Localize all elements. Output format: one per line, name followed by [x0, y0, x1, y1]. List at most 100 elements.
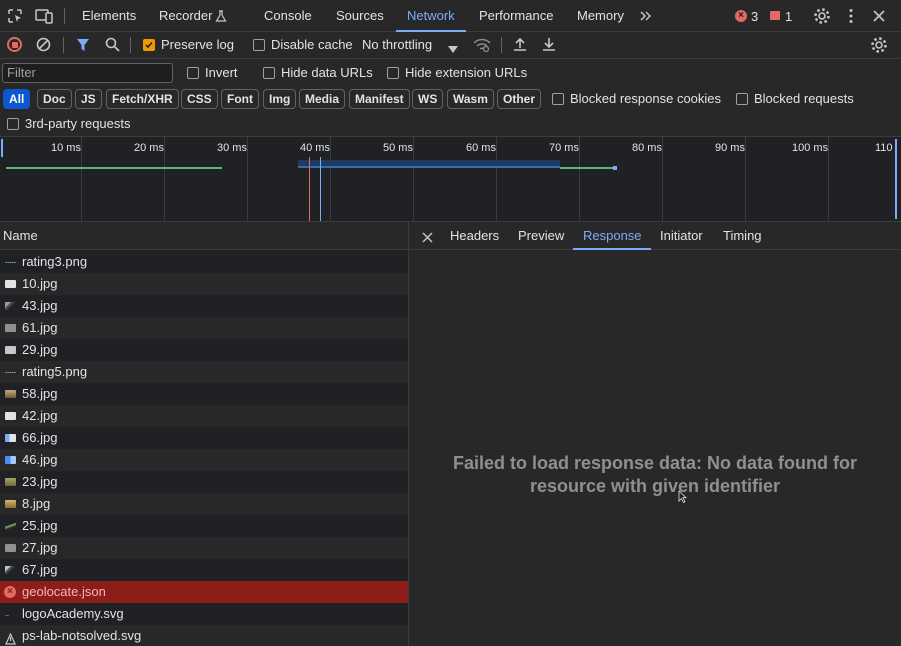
tab-recorder[interactable]: Recorder — [159, 0, 212, 32]
request-row-error[interactable]: × geolocate.json — [0, 581, 408, 603]
device-toolbar-icon[interactable] — [35, 8, 53, 24]
request-row[interactable]: 27.jpg — [0, 537, 408, 559]
timeline-left-handle[interactable] — [1, 139, 3, 157]
type-filter-fetch-xhr[interactable]: Fetch/XHR — [106, 89, 179, 109]
type-filter-media[interactable]: Media — [299, 89, 346, 109]
image-file-icon — [5, 500, 16, 508]
invert-label[interactable]: Invert — [205, 65, 238, 81]
clear-icon[interactable] — [36, 37, 51, 55]
export-har-icon[interactable] — [542, 37, 556, 55]
type-filter-manifest[interactable]: Manifest — [349, 89, 410, 109]
tab-console[interactable]: Console — [264, 0, 312, 32]
preserve-log-label[interactable]: Preserve log — [161, 37, 234, 53]
error-count[interactable]: 3 — [751, 9, 758, 24]
network-conditions-icon[interactable] — [473, 37, 491, 56]
type-filter-js[interactable]: JS — [75, 89, 102, 109]
request-name: rating3.png — [22, 254, 88, 269]
request-row[interactable]: 61.jpg — [0, 317, 408, 339]
tab-network[interactable]: Network — [407, 0, 455, 32]
request-row[interactable]: 58.jpg — [0, 383, 408, 405]
request-row[interactable]: logoAcademy.svg — [0, 603, 408, 625]
request-row[interactable]: 23.jpg — [0, 471, 408, 493]
request-row[interactable]: 67.jpg — [0, 559, 408, 581]
image-file-icon — [5, 522, 16, 530]
request-row[interactable]: 46.jpg — [0, 449, 408, 471]
type-filter-ws[interactable]: WS — [412, 89, 444, 109]
request-row[interactable]: 25.jpg — [0, 515, 408, 537]
blocked-response-cookies-checkbox[interactable] — [552, 93, 564, 105]
name-column-header[interactable]: Name — [0, 222, 408, 250]
type-filter-wasm[interactable]: Wasm — [447, 89, 494, 109]
tab-elements[interactable]: Elements — [82, 0, 136, 32]
network-settings-gear-icon[interactable] — [870, 36, 888, 57]
request-row[interactable]: 10.jpg — [0, 273, 408, 295]
hide-extension-urls-label[interactable]: Hide extension URLs — [405, 65, 527, 81]
tab-initiator[interactable]: Initiator — [660, 222, 703, 250]
more-tabs-icon[interactable] — [639, 9, 653, 26]
type-filter-doc[interactable]: Doc — [37, 89, 72, 109]
tab-timing[interactable]: Timing — [723, 222, 762, 250]
timeline-tick-line — [579, 137, 580, 222]
hide-data-urls-checkbox[interactable] — [263, 67, 275, 79]
request-row[interactable]: 29.jpg — [0, 339, 408, 361]
third-party-requests-checkbox[interactable] — [7, 118, 19, 130]
request-row[interactable]: rating5.png — [0, 361, 408, 383]
type-filter-other[interactable]: Other — [497, 89, 542, 109]
request-row[interactable]: 42.jpg — [0, 405, 408, 427]
dom-content-loaded-marker — [309, 157, 310, 221]
inspect-element-icon[interactable] — [7, 8, 23, 24]
filter-funnel-icon[interactable] — [76, 38, 90, 55]
disable-cache-label[interactable]: Disable cache — [271, 37, 353, 53]
timeline-overview[interactable]: 10 ms 20 ms 30 ms 40 ms 50 ms 60 ms 70 m… — [0, 137, 901, 222]
hide-extension-urls-checkbox[interactable] — [387, 67, 399, 79]
tab-headers[interactable]: Headers — [450, 222, 499, 250]
request-row[interactable]: 8.jpg — [0, 493, 408, 515]
request-row[interactable]: ps-lab-notsolved.svg — [0, 625, 408, 646]
timeline-right-handle[interactable] — [895, 139, 897, 219]
blocked-response-cookies-label[interactable]: Blocked response cookies — [570, 91, 721, 107]
disable-cache-checkbox[interactable] — [253, 39, 265, 51]
type-filter-font[interactable]: Font — [221, 89, 259, 109]
tab-response[interactable]: Response — [583, 222, 642, 250]
throttling-select[interactable]: No throttling — [362, 37, 432, 53]
type-filter-img[interactable]: Img — [263, 89, 297, 109]
type-filter-all[interactable]: All — [3, 89, 31, 109]
warning-message-icon[interactable] — [770, 11, 780, 20]
record-stop-icon[interactable] — [7, 37, 22, 52]
tab-memory[interactable]: Memory — [577, 0, 624, 32]
blocked-requests-checkbox[interactable] — [736, 93, 748, 105]
request-row[interactable]: rating3.png — [0, 251, 408, 273]
devtools-tab-bar: Elements Recorder Console Sources Networ… — [0, 0, 901, 32]
invert-checkbox[interactable] — [187, 67, 199, 79]
image-file-icon — [5, 434, 16, 442]
search-icon[interactable] — [105, 37, 120, 55]
type-filter-css[interactable]: CSS — [181, 89, 218, 109]
timeline-tick-label: 30 ms — [217, 142, 247, 154]
more-options-icon[interactable] — [849, 8, 853, 27]
timeline-tick-label: 100 ms — [792, 142, 829, 154]
warning-count[interactable]: 1 — [785, 9, 792, 24]
dropdown-arrow-icon[interactable] — [448, 41, 458, 56]
error-circle-icon: × — [4, 586, 16, 598]
tab-sources[interactable]: Sources — [336, 0, 384, 32]
preserve-log-checkbox[interactable] — [143, 39, 155, 51]
third-party-requests-label[interactable]: 3rd-party requests — [25, 116, 131, 132]
image-file-icon — [5, 566, 16, 574]
tab-preview[interactable]: Preview — [518, 222, 564, 250]
hide-data-urls-label[interactable]: Hide data URLs — [281, 65, 373, 81]
import-har-icon[interactable] — [513, 37, 527, 55]
request-row[interactable]: 66.jpg — [0, 427, 408, 449]
error-count-icon[interactable]: × — [735, 10, 747, 22]
close-devtools-icon[interactable] — [873, 10, 885, 25]
filter-input[interactable]: Filter — [2, 63, 173, 83]
timeline-tick-label: 70 ms — [549, 142, 579, 154]
tab-performance[interactable]: Performance — [479, 0, 553, 32]
timeline-tick-line — [81, 137, 82, 222]
image-file-icon — [5, 478, 16, 486]
settings-gear-icon[interactable] — [813, 7, 831, 28]
image-file-icon — [5, 456, 16, 464]
blocked-requests-label[interactable]: Blocked requests — [754, 91, 854, 107]
divider — [63, 37, 64, 53]
request-row[interactable]: 43.jpg — [0, 295, 408, 317]
close-details-icon[interactable] — [422, 231, 433, 246]
